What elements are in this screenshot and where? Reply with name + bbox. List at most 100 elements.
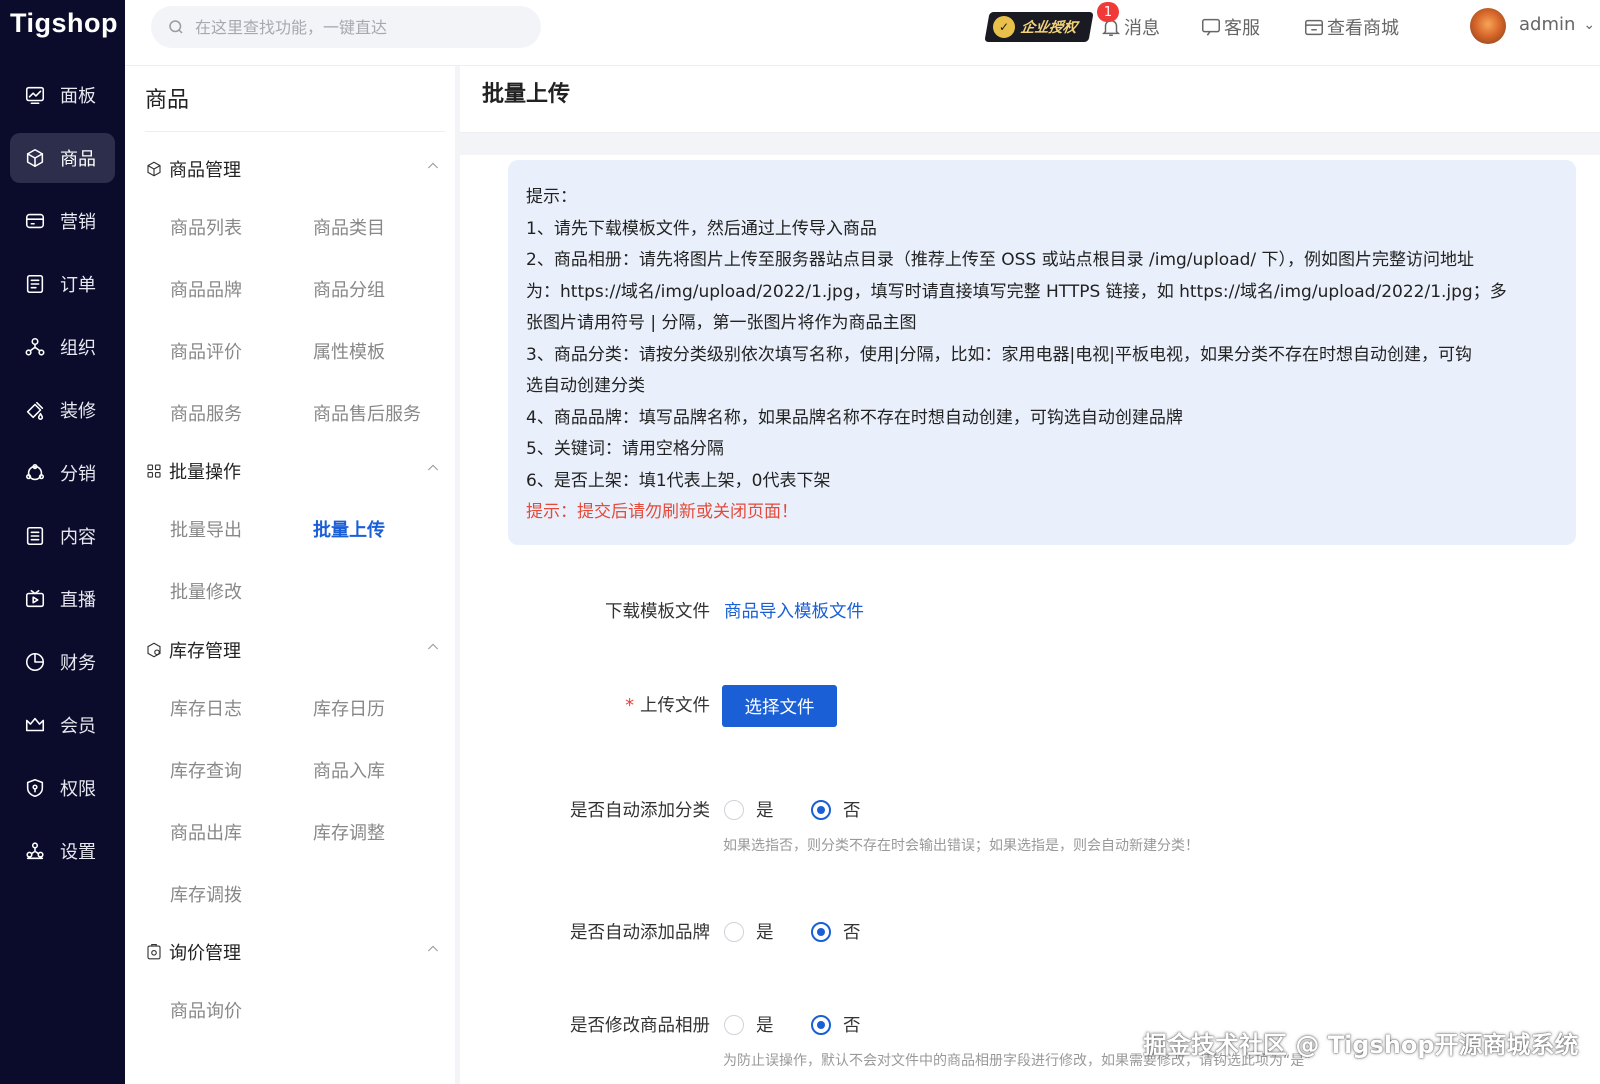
subnav-item-goods-review[interactable]: 商品评价 [170, 338, 242, 364]
group-inventory-management[interactable]: 库存管理 [145, 637, 445, 663]
organization-icon [24, 336, 46, 358]
subnav-item-batch-modify[interactable]: 批量修改 [170, 578, 242, 604]
tips-line: 4、商品品牌：填写品牌名称，如果品牌名称不存在时想自动创建，可钩选自动创建品牌 [526, 407, 1183, 428]
subnav-item-stock-in[interactable]: 商品入库 [313, 757, 385, 783]
username: admin [1519, 14, 1576, 35]
group-label: 商品管理 [169, 160, 241, 181]
auto-brand-yes-radio[interactable]: 是 [724, 919, 774, 944]
page-title: 批量上传 [482, 82, 571, 107]
license-label: 企业授权 [1019, 20, 1079, 36]
sidebar-item-label: 权限 [60, 779, 96, 800]
sidebar-item-goods[interactable]: 商品 [10, 133, 115, 183]
sidebar-item-settings[interactable]: 设置 [10, 826, 115, 876]
box-icon [24, 147, 46, 169]
inquiry-icon [145, 943, 163, 961]
auto-brand-no-radio[interactable]: 否 [811, 919, 861, 944]
chat-icon [1202, 18, 1220, 36]
group-batch-operations[interactable]: 批量操作 [145, 458, 445, 484]
tips-line: 张图片请用符号 | 分隔，第一张图片将作为商品主图 [526, 313, 917, 333]
sidebar-item-label: 会员 [60, 716, 96, 737]
sidebar-item-label: 组织 [60, 338, 96, 359]
content-icon [24, 525, 46, 547]
subnav-item-attribute-template[interactable]: 属性模板 [313, 338, 385, 364]
auto-category-yes-radio[interactable]: 是 [724, 797, 774, 822]
subnav-item-goods-inquiry[interactable]: 商品询价 [170, 997, 242, 1023]
messages-button[interactable]: 1 消息 [1097, 2, 1160, 40]
sidebar-item-permission[interactable]: 权限 [10, 763, 115, 813]
store-icon [1305, 19, 1323, 36]
radio-label: 否 [843, 801, 861, 821]
sidebar-item-organization[interactable]: 组织 [10, 322, 115, 372]
subnav-item-aftersale-service[interactable]: 商品售后服务 [313, 400, 421, 426]
main-content: 批量上传 提示： 1、请先下载模板文件，然后通过上传导入商品 2、商品相册：请先… [460, 66, 1600, 1084]
sidebar-item-distribution[interactable]: 分销 [10, 448, 115, 498]
sidebar-item-label: 设置 [60, 842, 96, 863]
subnav-item-stock-transfer[interactable]: 库存调拨 [170, 881, 242, 907]
sidebar-item-label: 订单 [60, 275, 96, 296]
search-input[interactable] [195, 17, 515, 37]
chevron-down-icon: ⌄ [1583, 16, 1596, 33]
avatar[interactable] [1470, 8, 1506, 44]
group-inquiry-management[interactable]: 询价管理 [145, 939, 445, 965]
tips-line: 6、是否上架：填1代表上架，0代表下架 [526, 470, 831, 491]
subnav-item-batch-export[interactable]: 批量导出 [170, 516, 242, 542]
tips-line: 选自动创建分类 [526, 376, 645, 396]
sidebar-item-live[interactable]: 直播 [10, 574, 115, 624]
main-sidebar: Tigshop 面板 商品 营销 订单 组织 装修 分销 内容 直播 财务 会员… [0, 0, 125, 1084]
modify-gallery-yes-radio[interactable]: 是 [724, 1012, 774, 1037]
order-icon [24, 273, 46, 295]
chevron-up-icon [427, 643, 439, 650]
auto-category-no-radio[interactable]: 否 [811, 797, 861, 822]
subnav-item-goods-list[interactable]: 商品列表 [170, 214, 242, 240]
sidebar-item-member[interactable]: 会员 [10, 700, 115, 750]
customer-service-button[interactable]: 客服 [1200, 14, 1260, 40]
tips-line: 提示： [526, 187, 577, 207]
grid-icon [145, 462, 163, 480]
subnav-item-goods-category[interactable]: 商品类目 [313, 214, 385, 240]
view-store-button[interactable]: 查看商城 [1303, 14, 1399, 40]
subnav-item-goods-brand[interactable]: 商品品牌 [170, 276, 242, 302]
section-gap [460, 133, 1600, 155]
sidebar-item-label: 商品 [60, 149, 96, 170]
sidebar-item-orders[interactable]: 订单 [10, 259, 115, 309]
sidebar-item-marketing[interactable]: 营销 [10, 196, 115, 246]
main-nav: 面板 商品 营销 订单 组织 装修 分销 内容 直播 财务 会员 权限 设置 [0, 70, 125, 889]
subnav-item-goods-group[interactable]: 商品分组 [313, 276, 385, 302]
subnav-item-stock-adjust[interactable]: 库存调整 [313, 819, 385, 845]
subnav-item-batch-upload[interactable]: 批量上传 [313, 516, 385, 542]
sidebar-item-label: 面板 [60, 86, 96, 107]
permission-icon [24, 777, 46, 799]
top-header: ✓ 企业授权 1 消息 客服 查看商城 admin ⌄ [125, 0, 1600, 66]
subnav-item-stock-calendar[interactable]: 库存日历 [313, 695, 385, 721]
finance-icon [24, 651, 46, 673]
group-label: 批量操作 [169, 462, 241, 483]
choose-file-button[interactable]: 选择文件 [722, 685, 837, 727]
sidebar-item-finance[interactable]: 财务 [10, 637, 115, 687]
sidebar-item-content[interactable]: 内容 [10, 511, 115, 561]
group-label: 询价管理 [169, 943, 241, 964]
auto-category-label: 是否自动添加分类 [570, 801, 710, 821]
tips-panel: 提示： 1、请先下载模板文件，然后通过上传导入商品 2、商品相册：请先将图片上传… [508, 160, 1576, 545]
sidebar-item-dashboard[interactable]: 面板 [10, 70, 115, 120]
enterprise-license-badge[interactable]: ✓ 企业授权 [984, 12, 1094, 42]
app-logo[interactable]: Tigshop [10, 8, 118, 42]
subnav-title: 商品 [145, 88, 190, 113]
tips-line: 2、商品相册：请先将图片上传至服务器站点目录（推荐上传至 OSS 或站点根目录 … [526, 250, 1475, 270]
group-goods-management[interactable]: 商品管理 [145, 156, 445, 182]
subnav-item-goods-service[interactable]: 商品服务 [170, 400, 242, 426]
search-box[interactable] [151, 6, 541, 48]
inventory-icon [145, 641, 163, 659]
sidebar-item-label: 直播 [60, 590, 96, 611]
messages-label: 消息 [1124, 18, 1160, 39]
subnav-item-stock-query[interactable]: 库存查询 [170, 757, 242, 783]
auto-category-hint: 如果选指否，则分类不存在时会输出错误；如果选指是，则会自动新建分类！ [723, 838, 1199, 854]
modify-gallery-no-radio[interactable]: 否 [811, 1012, 861, 1037]
user-menu[interactable]: admin ⌄ [1519, 14, 1595, 35]
subnav-item-stock-out[interactable]: 商品出库 [170, 819, 242, 845]
radio-circle [811, 1014, 831, 1035]
download-template-link[interactable]: 商品导入模板文件 [724, 598, 864, 623]
tips-line: 5、关键词：请用空格分隔 [526, 439, 724, 459]
subnav-item-stock-log[interactable]: 库存日志 [170, 695, 242, 721]
sidebar-item-decorate[interactable]: 装修 [10, 385, 115, 435]
auto-brand-label: 是否自动添加品牌 [570, 923, 710, 943]
